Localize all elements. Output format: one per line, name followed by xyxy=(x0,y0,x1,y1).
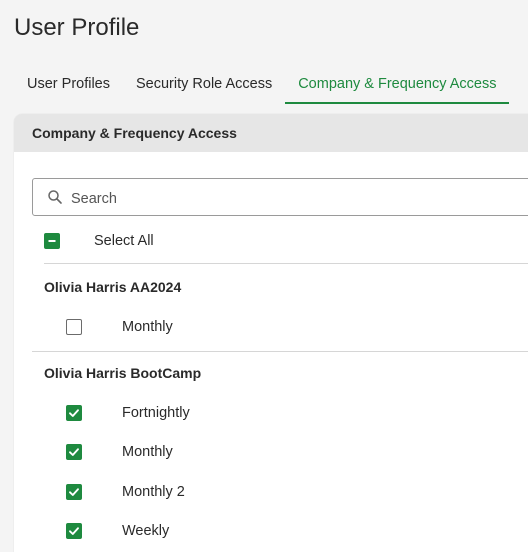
weekly-checkbox[interactable] xyxy=(66,523,82,539)
search-box[interactable] xyxy=(32,178,528,216)
checkmark-icon xyxy=(69,448,79,456)
checkmark-icon xyxy=(69,409,79,417)
group-title: Olivia Harris BootCamp xyxy=(44,365,202,381)
panel-header: Company & Frequency Access xyxy=(14,114,528,152)
select-all-checkbox[interactable] xyxy=(44,233,60,249)
list-item: Monthly 2 xyxy=(66,484,185,500)
select-all-label: Select All xyxy=(94,233,154,249)
list-item: Monthly xyxy=(66,444,173,460)
page-title: User Profile xyxy=(14,14,140,41)
divider xyxy=(32,351,528,352)
search-icon xyxy=(47,189,63,205)
user-profile-page: User Profile User Profiles Security Role… xyxy=(0,0,528,552)
select-all-row: Select All xyxy=(44,233,154,249)
item-label: Monthly xyxy=(122,319,173,335)
item-label: Monthly 2 xyxy=(122,484,185,500)
list-item: Monthly xyxy=(66,319,173,335)
item-label: Fortnightly xyxy=(122,405,190,421)
company-frequency-panel: Company & Frequency Access Select All Ol… xyxy=(14,114,528,552)
checkmark-icon xyxy=(69,488,79,496)
list-item: Fortnightly xyxy=(66,405,190,421)
monthly-checkbox[interactable] xyxy=(66,319,82,335)
tab-security-role-access[interactable]: Security Role Access xyxy=(123,66,285,104)
list-item: Weekly xyxy=(66,523,169,539)
item-label: Monthly xyxy=(122,444,173,460)
monthly-2-checkbox[interactable] xyxy=(66,484,82,500)
tab-company-frequency-access[interactable]: Company & Frequency Access xyxy=(285,66,510,104)
monthly-checkbox[interactable] xyxy=(66,444,82,460)
fortnightly-checkbox[interactable] xyxy=(66,405,82,421)
group-title: Olivia Harris AA2024 xyxy=(44,279,182,295)
item-label: Weekly xyxy=(122,523,170,539)
checkmark-icon xyxy=(69,527,79,535)
tab-bar: User Profiles Security Role Access Compa… xyxy=(14,66,510,104)
divider xyxy=(44,263,528,264)
tab-user-profiles[interactable]: User Profiles xyxy=(14,66,123,104)
search-input[interactable] xyxy=(71,191,471,207)
minus-icon xyxy=(48,240,56,242)
